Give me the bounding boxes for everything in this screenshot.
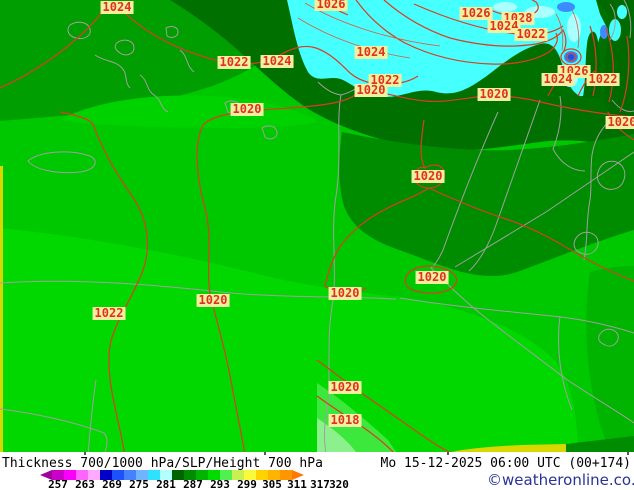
pressure-label: 1020 (230, 102, 264, 116)
chart-title: Thickness 700/1000 hPa/SLP/Height 700 hP… (2, 456, 323, 471)
map-graphics (0, 0, 634, 455)
colorbar-tick: 257 (48, 478, 68, 490)
pressure-label: 1024 (100, 0, 134, 14)
pressure-label: 1020 (328, 380, 362, 394)
weather-forecast-page: 1024 1026 1026 1028 1024 1022 1024 1022 1024 1022… (0, 0, 634, 490)
pressure-label: 1020 (411, 169, 445, 183)
sea-inlet (617, 5, 627, 19)
colorbar-tick: 287 (183, 478, 203, 490)
pressure-label: 1020 (328, 286, 362, 300)
pressure-label: 1022 (514, 27, 548, 41)
pressure-label: 1020 (196, 293, 230, 307)
colorbar-tick: 305 (262, 478, 282, 490)
colorbar-tick: 263 (75, 478, 95, 490)
chart-footer: Thickness 700/1000 hPa/SLP/Height 700 hP… (0, 455, 634, 490)
pressure-label: 1026 (314, 0, 348, 11)
colorbar-tick: 269 (102, 478, 122, 490)
colorbar-tick: 320 (329, 478, 349, 490)
pressure-label: 1026 (459, 6, 493, 20)
sea-blue-core (567, 54, 575, 60)
pressure-label: 1020 (477, 87, 511, 101)
copyright-link[interactable]: ©weatheronline.co.uk (487, 471, 634, 489)
pressure-label: 1024 (354, 45, 388, 59)
pressure-label: 1022 (586, 72, 620, 86)
colorbar-tick: 317 (310, 478, 330, 490)
colorbar-tick: 311 (287, 478, 307, 490)
colorbar-tick: 299 (237, 478, 257, 490)
colorbar-tick: 275 (129, 478, 149, 490)
colorbar-tick: 281 (156, 478, 176, 490)
pressure-label: 1020 (415, 270, 449, 284)
pressure-label: 1018 (328, 413, 362, 427)
valid-datetime: Mo 15-12-2025 06:00 UTC (00+174) (380, 456, 631, 471)
pressure-label: 1020 (354, 83, 388, 97)
colorbar-tick: 293 (210, 478, 230, 490)
pressure-label: 1022 (92, 306, 126, 320)
pressure-label: 1022 (217, 55, 251, 69)
pressure-label: 1024 (260, 54, 294, 68)
yellow-edge-left (0, 166, 3, 455)
pressure-label: 1024 (541, 72, 575, 86)
forecast-map: 1024 1026 1026 1028 1024 1022 1024 1022 1024 1022… (0, 0, 634, 455)
pressure-label: 1020 (605, 116, 634, 129)
